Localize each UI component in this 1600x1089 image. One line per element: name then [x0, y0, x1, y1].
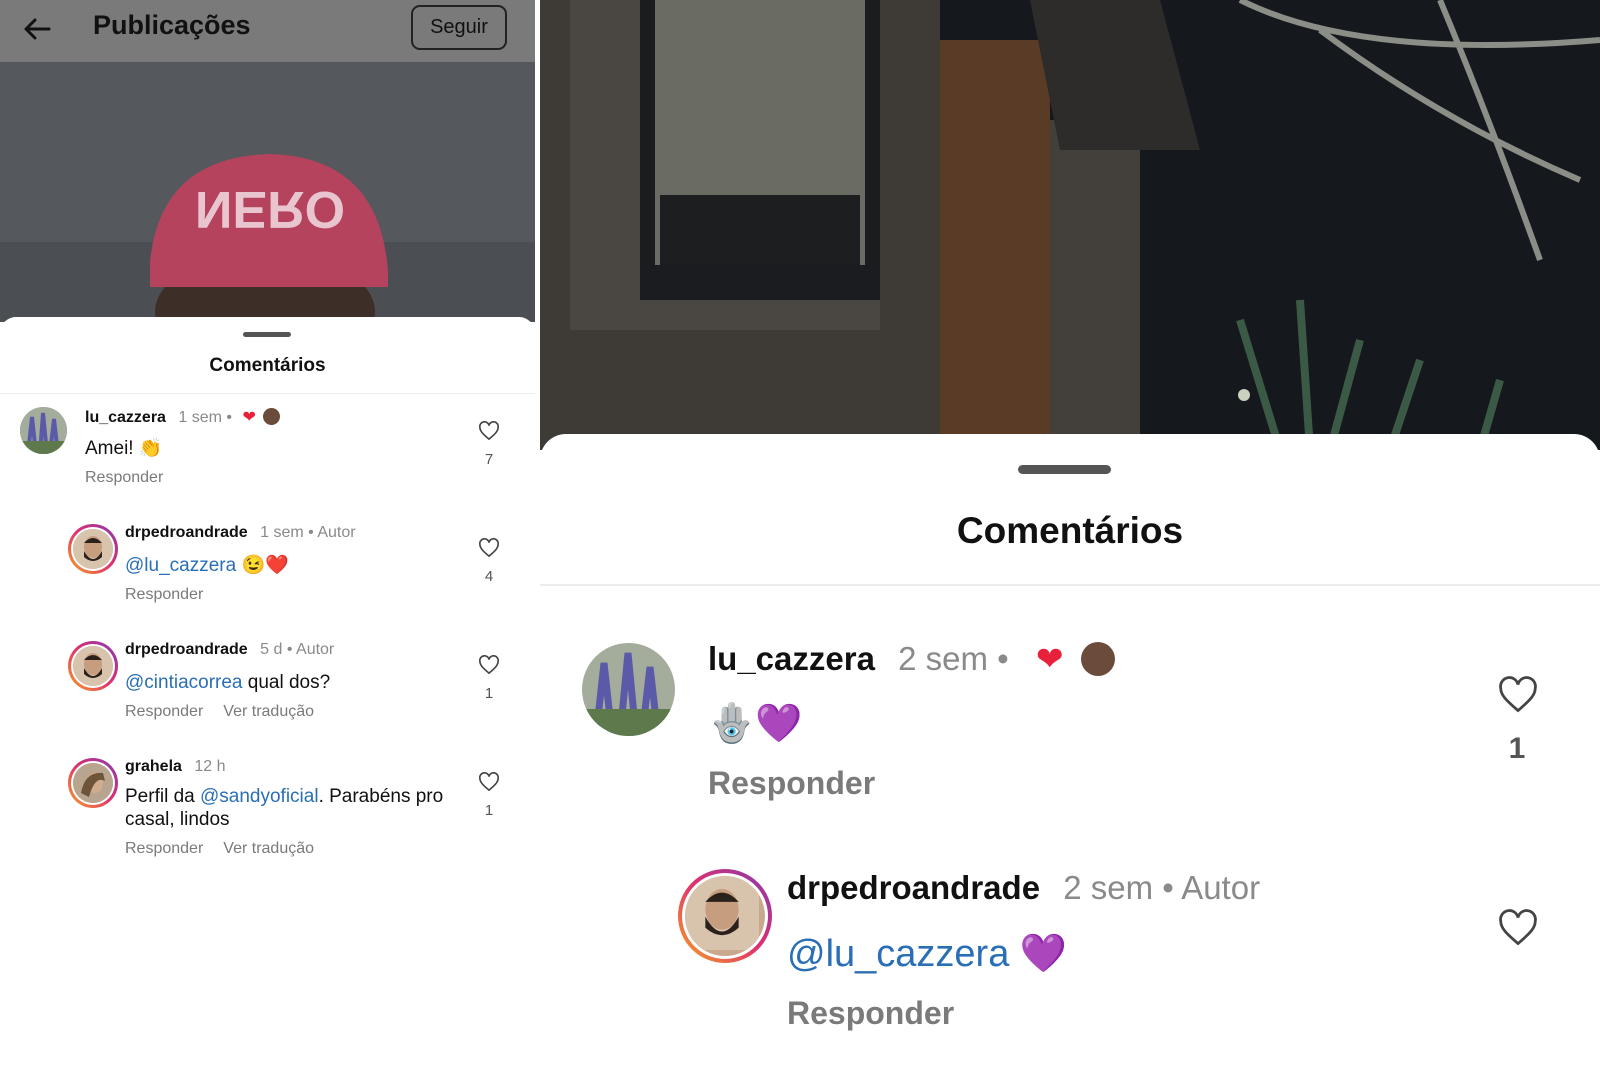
heart-outline-icon[interactable] — [1497, 676, 1539, 714]
comment-username[interactable]: grahela — [125, 758, 182, 775]
author-liked-avatar — [263, 408, 281, 425]
comment-text: Amei! 👏 — [85, 438, 163, 459]
reply-button[interactable]: Responder — [125, 586, 203, 603]
comment-username[interactable]: lu_cazzera — [708, 640, 875, 677]
like-count: 7 — [484, 451, 494, 468]
comment-time: 5 d — [260, 641, 283, 658]
comments-title: Comentários — [956, 510, 1184, 551]
right-screenshot: Comentários lu_cazzera 2 sem • ❤ 🪬💜 Resp… — [540, 0, 1600, 1089]
avatar[interactable] — [68, 641, 118, 691]
author-badge: Autor — [296, 641, 335, 658]
comment-username[interactable]: drpedroandrade — [125, 641, 248, 658]
reply-button[interactable]: Responder — [708, 765, 875, 801]
mention-link[interactable]: @lu_cazzera — [125, 555, 236, 576]
author-liked-avatar — [1080, 642, 1115, 676]
comment: grahela 12 h Perfil da @sandyoficial. Pa… — [0, 758, 535, 878]
avatar[interactable] — [20, 407, 67, 454]
page-title: Publicações — [93, 10, 251, 40]
heart-filled-icon: ❤ — [1035, 640, 1064, 677]
translate-button[interactable]: Ver tradução — [223, 840, 314, 857]
comment-time: 2 sem — [898, 640, 988, 677]
drag-handle[interactable] — [1018, 465, 1111, 474]
comment-body-start: Perfil da — [125, 786, 200, 807]
left-screenshot: NERO Publicações Seguir Comentários lu_c… — [0, 0, 535, 1089]
comment-text: @lu_cazzera 😉❤️ — [125, 554, 465, 577]
comment-body: 😉❤️ — [236, 555, 289, 576]
comment: lu_cazzera 2 sem • ❤ 🪬💜 Responder 1 — [540, 639, 1600, 819]
translate-button[interactable]: Ver tradução — [223, 703, 314, 720]
comment-username[interactable]: drpedroandrade — [787, 869, 1040, 906]
like-count: 1 — [1508, 732, 1526, 765]
comments-title: Comentários — [209, 355, 326, 376]
comment-text: 🪬💜 — [708, 703, 803, 745]
reply-button[interactable]: Responder — [125, 703, 203, 720]
mention-link[interactable]: @cintiacorrea — [125, 672, 243, 693]
top-bar: Publicações Seguir — [0, 0, 535, 62]
back-arrow-icon[interactable] — [22, 14, 52, 44]
comment-reply: drpedroandrade 5 d • Autor @cintiacorrea… — [0, 641, 535, 741]
heart-outline-icon[interactable] — [478, 772, 500, 792]
avatar[interactable] — [68, 758, 118, 808]
comment-time: 12 h — [194, 758, 226, 775]
reply-button[interactable]: Responder — [787, 995, 954, 1031]
comment-reply: drpedroandrade 2 sem • Autor @lu_cazzera… — [540, 869, 1600, 1069]
separator-dot: • — [997, 640, 1009, 677]
separator-dot: • — [286, 641, 293, 658]
like-count: 4 — [484, 568, 494, 585]
comment-time: 1 sem — [260, 524, 304, 541]
comment-text: Perfil da @sandyoficial. Parabéns pro ca… — [125, 785, 465, 831]
avatar[interactable] — [678, 869, 772, 963]
comments-sheet: Comentários lu_cazzera 1 sem • ❤ Amei! 👏… — [0, 317, 535, 1089]
comment-body: 💜 — [1009, 933, 1068, 975]
separator-dot: • — [1162, 869, 1174, 906]
like-count: 1 — [484, 685, 494, 702]
mention-link[interactable]: @lu_cazzera — [787, 933, 1009, 975]
heart-outline-icon[interactable] — [478, 655, 500, 675]
reply-button[interactable]: Responder — [125, 840, 203, 857]
post-photo[interactable] — [540, 0, 1600, 450]
comment-reply: drpedroandrade 1 sem • Autor @lu_cazzera… — [0, 524, 535, 624]
post-photo[interactable]: NERO — [0, 62, 535, 322]
follow-button[interactable]: Seguir — [411, 5, 507, 50]
separator-dot: • — [308, 524, 314, 541]
comment-body: qual dos? — [242, 672, 331, 693]
comments-sheet: Comentários lu_cazzera 2 sem • ❤ 🪬💜 Resp… — [540, 434, 1600, 1089]
avatar[interactable] — [68, 524, 118, 574]
comment-username[interactable]: drpedroandrade — [125, 524, 248, 541]
comment-text: @lu_cazzera 💜 — [787, 931, 1437, 977]
heart-outline-icon[interactable] — [478, 538, 500, 558]
comment-time: 2 sem — [1063, 869, 1154, 906]
author-badge: Autor — [317, 524, 356, 541]
reply-button[interactable]: Responder — [85, 469, 163, 486]
separator-dot: • — [226, 409, 233, 426]
comment: lu_cazzera 1 sem • ❤ Amei! 👏 Responder 7 — [0, 407, 535, 507]
avatar[interactable] — [582, 643, 675, 736]
comment-time: 1 sem — [178, 409, 222, 426]
drag-handle[interactable] — [243, 332, 291, 337]
heart-outline-icon[interactable] — [478, 421, 500, 441]
divider — [540, 584, 1600, 586]
mention-link[interactable]: @sandyoficial — [200, 786, 319, 807]
cap-text: NERO — [195, 180, 345, 238]
author-badge: Autor — [1181, 869, 1261, 906]
comment-text: @cintiacorrea qual dos? — [125, 671, 465, 694]
like-count: 1 — [484, 802, 494, 819]
comment-username[interactable]: lu_cazzera — [85, 409, 166, 426]
divider — [0, 393, 535, 394]
heart-filled-icon: ❤ — [242, 409, 256, 426]
heart-outline-icon[interactable] — [1497, 909, 1539, 947]
